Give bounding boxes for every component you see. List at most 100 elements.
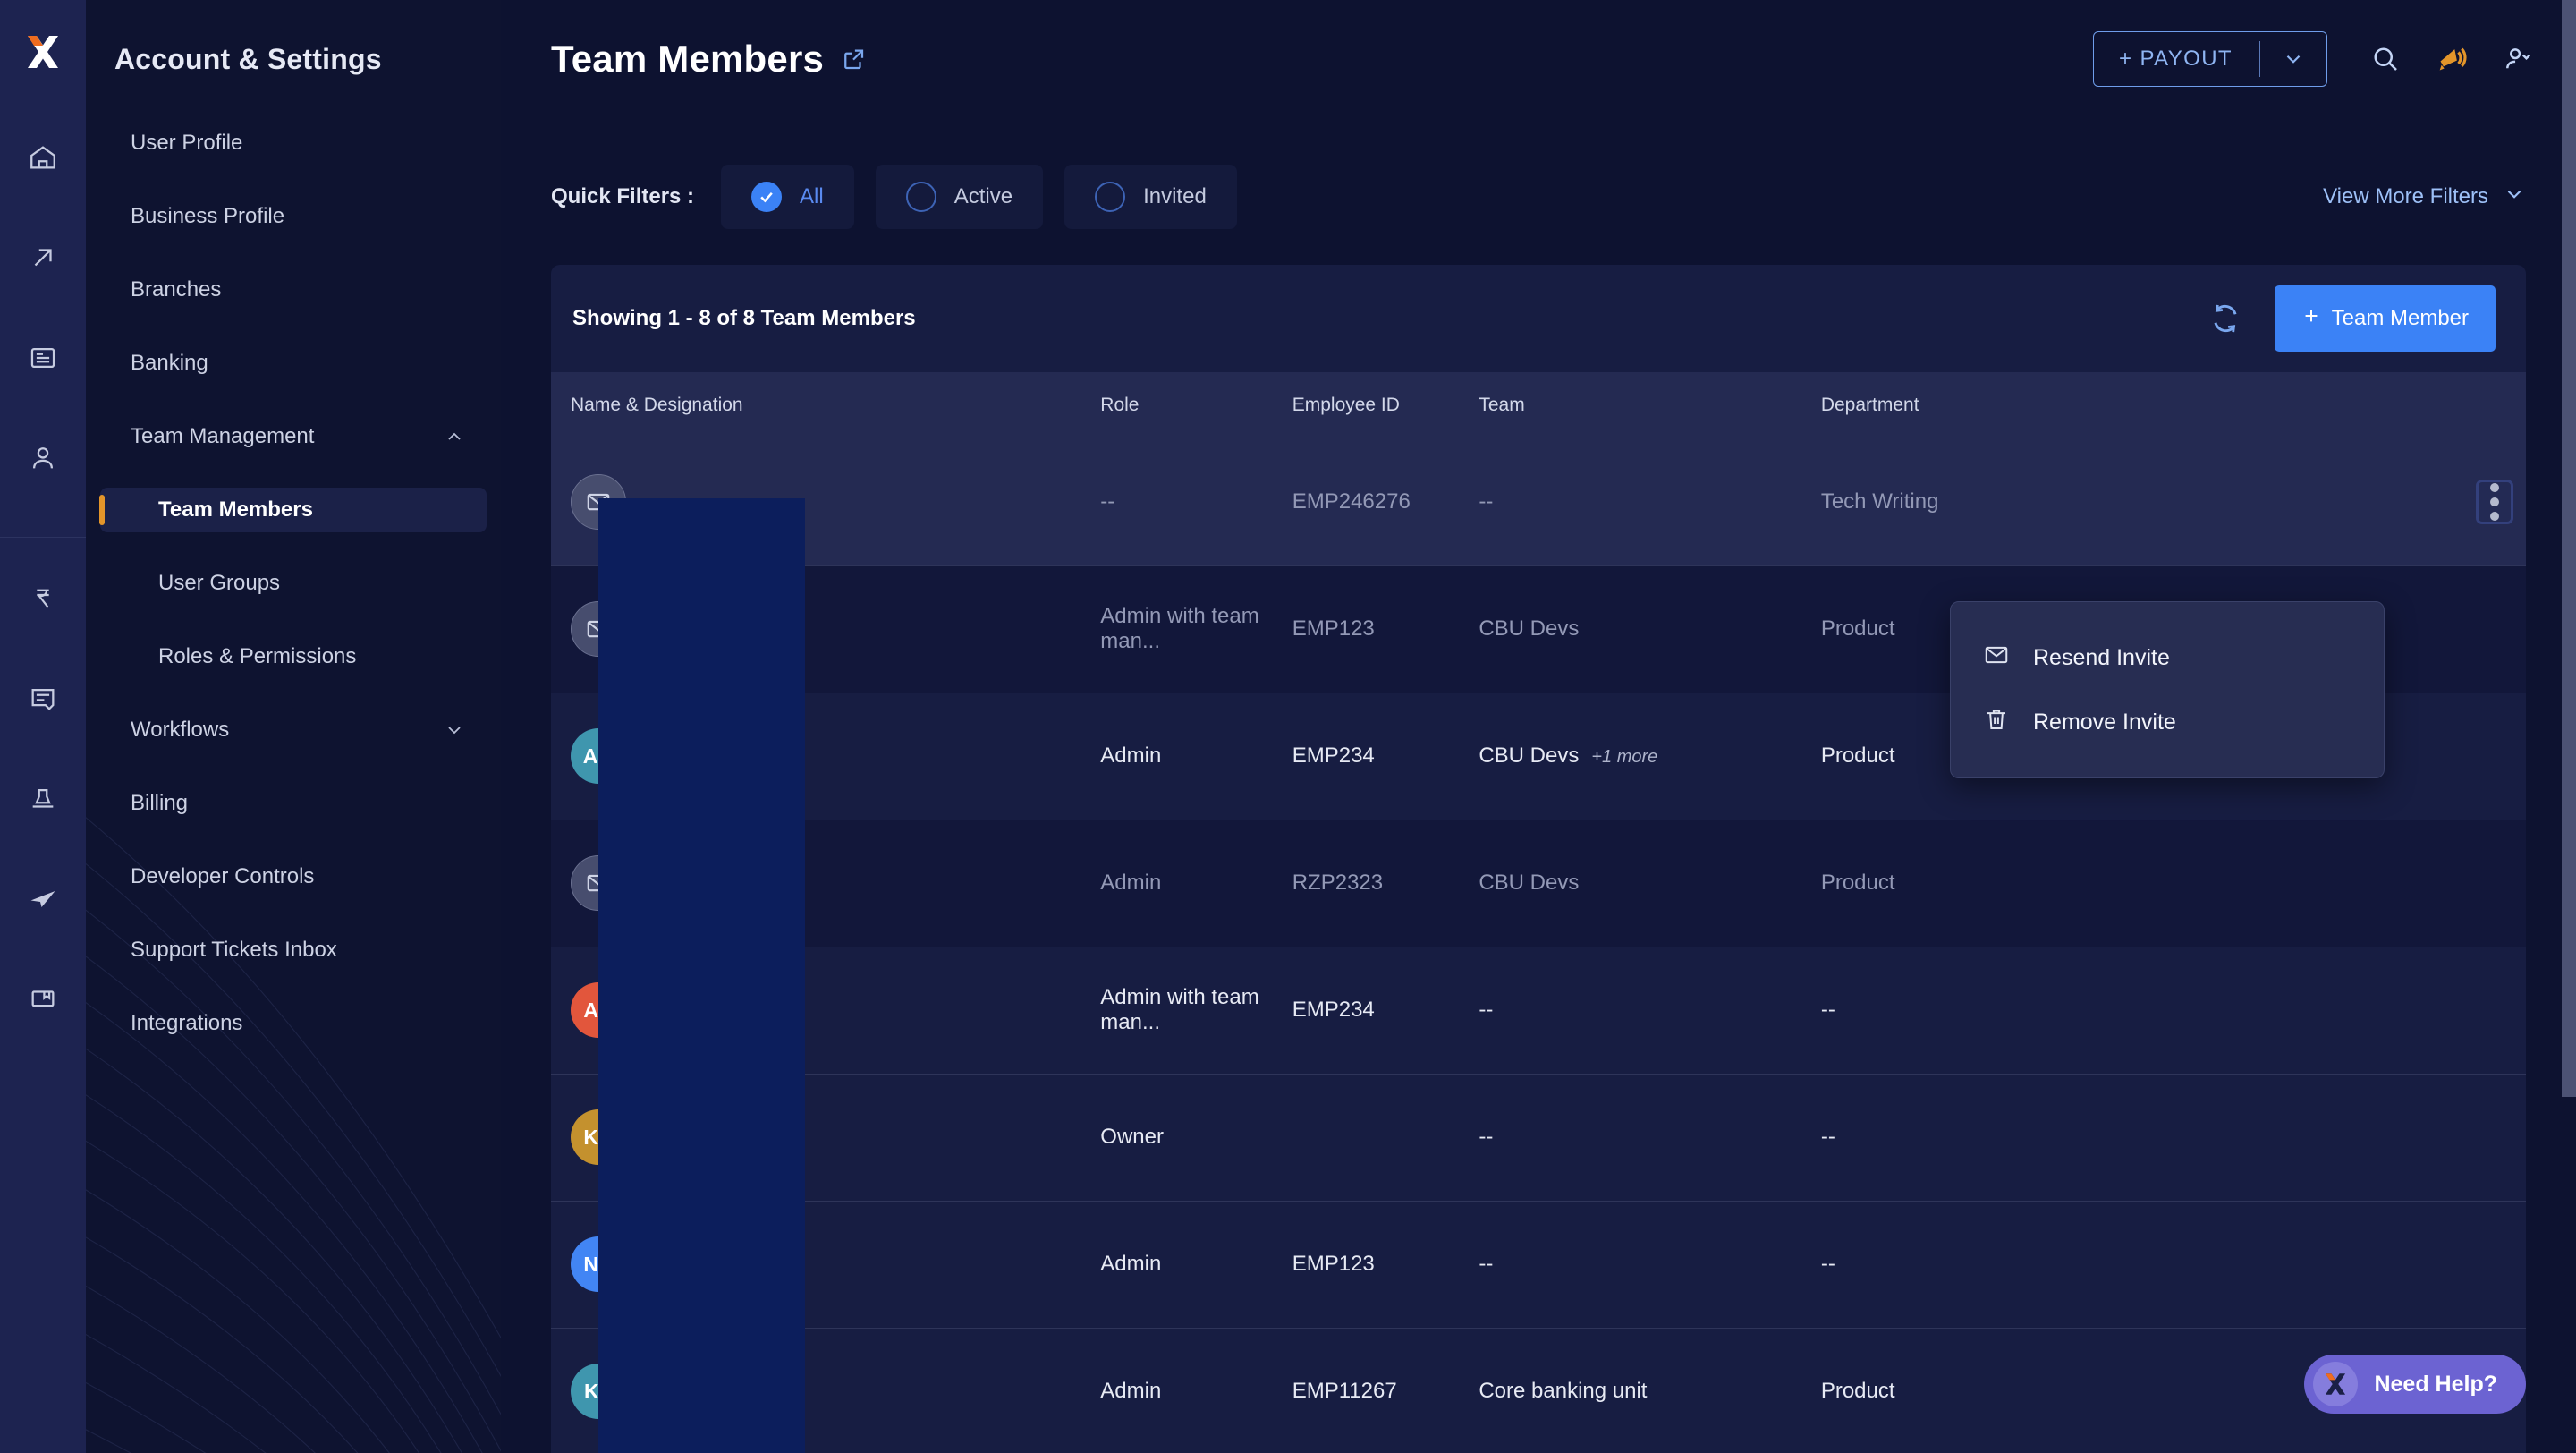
cell-employee-id: EMP246276 — [1292, 438, 1479, 566]
cell-team-label: CBU Devs — [1479, 743, 1580, 768]
sidebar-item-label: User Profile — [131, 131, 243, 155]
sidebar-group-workflows[interactable]: Workflows — [100, 708, 487, 752]
receipt-chat-icon[interactable] — [18, 674, 68, 724]
column-header-name-designation[interactable]: Name & Designation — [551, 372, 1101, 438]
sidebar-item-business-profile[interactable]: Business Profile — [100, 194, 487, 239]
cell-employee-id — [1292, 1074, 1479, 1202]
cell-role: Owner — [1100, 1074, 1292, 1202]
column-header-department[interactable]: Department — [1820, 372, 2526, 438]
sidebar-group-team-management[interactable]: Team Management — [100, 414, 487, 459]
name-column-selection-overlay — [598, 498, 805, 1453]
column-header-role[interactable]: Role — [1100, 372, 1292, 438]
search-icon[interactable] — [2352, 26, 2419, 92]
megaphone-icon[interactable] — [2419, 26, 2485, 92]
external-link-icon[interactable] — [840, 46, 867, 72]
cell-team: Core banking unit — [1479, 1328, 1821, 1453]
sidebar-item-label: Team Management — [131, 424, 315, 448]
table-body: -- EMP246276 -- Tech Writing Admin with … — [551, 438, 2526, 1453]
cell-name — [893, 1328, 1101, 1453]
sidebar-item-user-groups[interactable]: User Groups — [100, 561, 487, 606]
card-header: Showing 1 - 8 of 8 Team Members Team Mem… — [551, 265, 2526, 372]
team-members-card: Showing 1 - 8 of 8 Team Members Team Mem… — [551, 265, 2526, 1453]
cell-employee-id: EMP234 — [1292, 693, 1479, 820]
table-row[interactable]: NB Admin EMP123 -- -- — [551, 1201, 2526, 1329]
cell-name — [893, 1074, 1101, 1202]
sidebar-item-label: Business Profile — [131, 204, 285, 228]
sidebar-item-label: Developer Controls — [131, 864, 315, 888]
x-logo-icon[interactable] — [18, 27, 68, 77]
table-row[interactable]: KC Owner -- -- — [551, 1074, 2526, 1202]
dropdown-item-resend-invite[interactable]: Resend Invite — [1951, 625, 2384, 690]
dropdown-item-label: Remove Invite — [2033, 709, 2176, 735]
x-logo-icon — [2313, 1362, 2359, 1406]
filter-chip-invited[interactable]: Invited — [1064, 165, 1237, 229]
chevron-down-icon — [2503, 183, 2526, 212]
cell-name — [893, 820, 1101, 947]
showing-count-label: Showing 1 - 8 of 8 Team Members — [572, 306, 916, 330]
payout-button-label: + PAYOUT — [2118, 47, 2233, 71]
team-more-badge[interactable]: +1 more — [1591, 747, 1657, 767]
cell-employee-id: EMP123 — [1292, 565, 1479, 693]
payout-button[interactable]: + PAYOUT — [2092, 31, 2327, 87]
home-icon[interactable] — [18, 132, 68, 183]
column-header-employee-id[interactable]: Employee ID — [1292, 372, 1479, 438]
sidebar-item-user-profile[interactable]: User Profile — [100, 121, 487, 166]
table-row[interactable]: KP Admin EMP11267 Core banking unit Prod… — [551, 1328, 2526, 1453]
paper-plane-icon[interactable] — [18, 874, 68, 924]
sidebar-item-banking[interactable]: Banking — [100, 341, 487, 386]
book-icon[interactable] — [18, 974, 68, 1024]
cell-team: -- — [1479, 1201, 1821, 1329]
cell-role: Admin with team man... — [1100, 565, 1292, 693]
sidebar-item-branches[interactable]: Branches — [100, 268, 487, 312]
sidebar-item-label: User Groups — [158, 571, 281, 595]
view-more-filters-label: View More Filters — [2323, 184, 2488, 208]
sidebar-item-label: Support Tickets Inbox — [131, 938, 337, 962]
sidebar-nav: User Profile Business Profile Branches B… — [86, 121, 501, 1046]
sidebar-item-label: Branches — [131, 277, 222, 302]
page-title: Team Members — [551, 38, 825, 80]
check-icon — [751, 182, 783, 212]
sidebar-item-integrations[interactable]: Integrations — [100, 1001, 487, 1046]
chevron-down-icon[interactable] — [2260, 47, 2326, 71]
cell-team: CBU Devs +1 more — [1479, 693, 1821, 820]
icon-rail — [0, 0, 86, 1453]
document-icon[interactable] — [18, 333, 68, 383]
scrollbar-thumb[interactable] — [2562, 0, 2576, 1097]
cell-name — [893, 1201, 1101, 1329]
add-team-member-button[interactable]: Team Member — [2274, 285, 2496, 352]
cell-name — [893, 693, 1101, 820]
table-row[interactable]: AB Admin with team man... EMP234 -- -- — [551, 947, 2526, 1075]
radio-icon — [1095, 182, 1126, 212]
filter-chip-all[interactable]: All — [721, 165, 854, 229]
cell-department-label: Tech Writing — [1820, 489, 1939, 514]
table-row[interactable]: -- EMP246276 -- Tech Writing — [551, 438, 2526, 566]
row-actions-dropdown: Resend Invite Remove Invite — [1950, 601, 2385, 778]
cell-team: -- — [1479, 438, 1821, 566]
stamp-icon[interactable] — [18, 774, 68, 824]
sidebar-item-billing[interactable]: Billing — [100, 781, 487, 826]
rupee-icon[interactable] — [18, 574, 68, 624]
filter-chip-active[interactable]: Active — [875, 165, 1044, 229]
table-row[interactable]: Admin RZP2323 CBU Devs Product — [551, 820, 2526, 947]
view-more-filters-button[interactable]: View More Filters — [2323, 183, 2526, 212]
sidebar-item-roles-permissions[interactable]: Roles & Permissions — [100, 634, 487, 679]
sidebar-item-support-tickets-inbox[interactable]: Support Tickets Inbox — [100, 928, 487, 973]
sidebar-item-developer-controls[interactable]: Developer Controls — [100, 854, 487, 899]
row-actions-kebab-button[interactable] — [2476, 479, 2513, 524]
page-scrollbar[interactable] — [2562, 0, 2576, 1453]
arrow-up-right-icon[interactable] — [18, 233, 68, 283]
cell-department: -- — [1820, 947, 2526, 1075]
cell-department: -- — [1820, 1074, 2526, 1202]
settings-sidebar: Account & Settings User Profile Business… — [86, 0, 501, 1453]
refresh-icon[interactable] — [2208, 302, 2242, 336]
user-chevron-icon[interactable] — [2485, 26, 2551, 92]
dropdown-item-remove-invite[interactable]: Remove Invite — [1951, 690, 2384, 754]
top-bar: Team Members + PAYOUT — [501, 0, 2576, 118]
sidebar-item-team-members[interactable]: Team Members — [99, 488, 487, 532]
column-header-team[interactable]: Team — [1479, 372, 1821, 438]
quick-filters-label: Quick Filters : — [551, 184, 695, 208]
dropdown-item-label: Resend Invite — [2033, 644, 2170, 670]
cell-name — [893, 438, 1101, 566]
need-help-button[interactable]: Need Help? — [2304, 1355, 2526, 1414]
user-icon[interactable] — [18, 433, 68, 483]
